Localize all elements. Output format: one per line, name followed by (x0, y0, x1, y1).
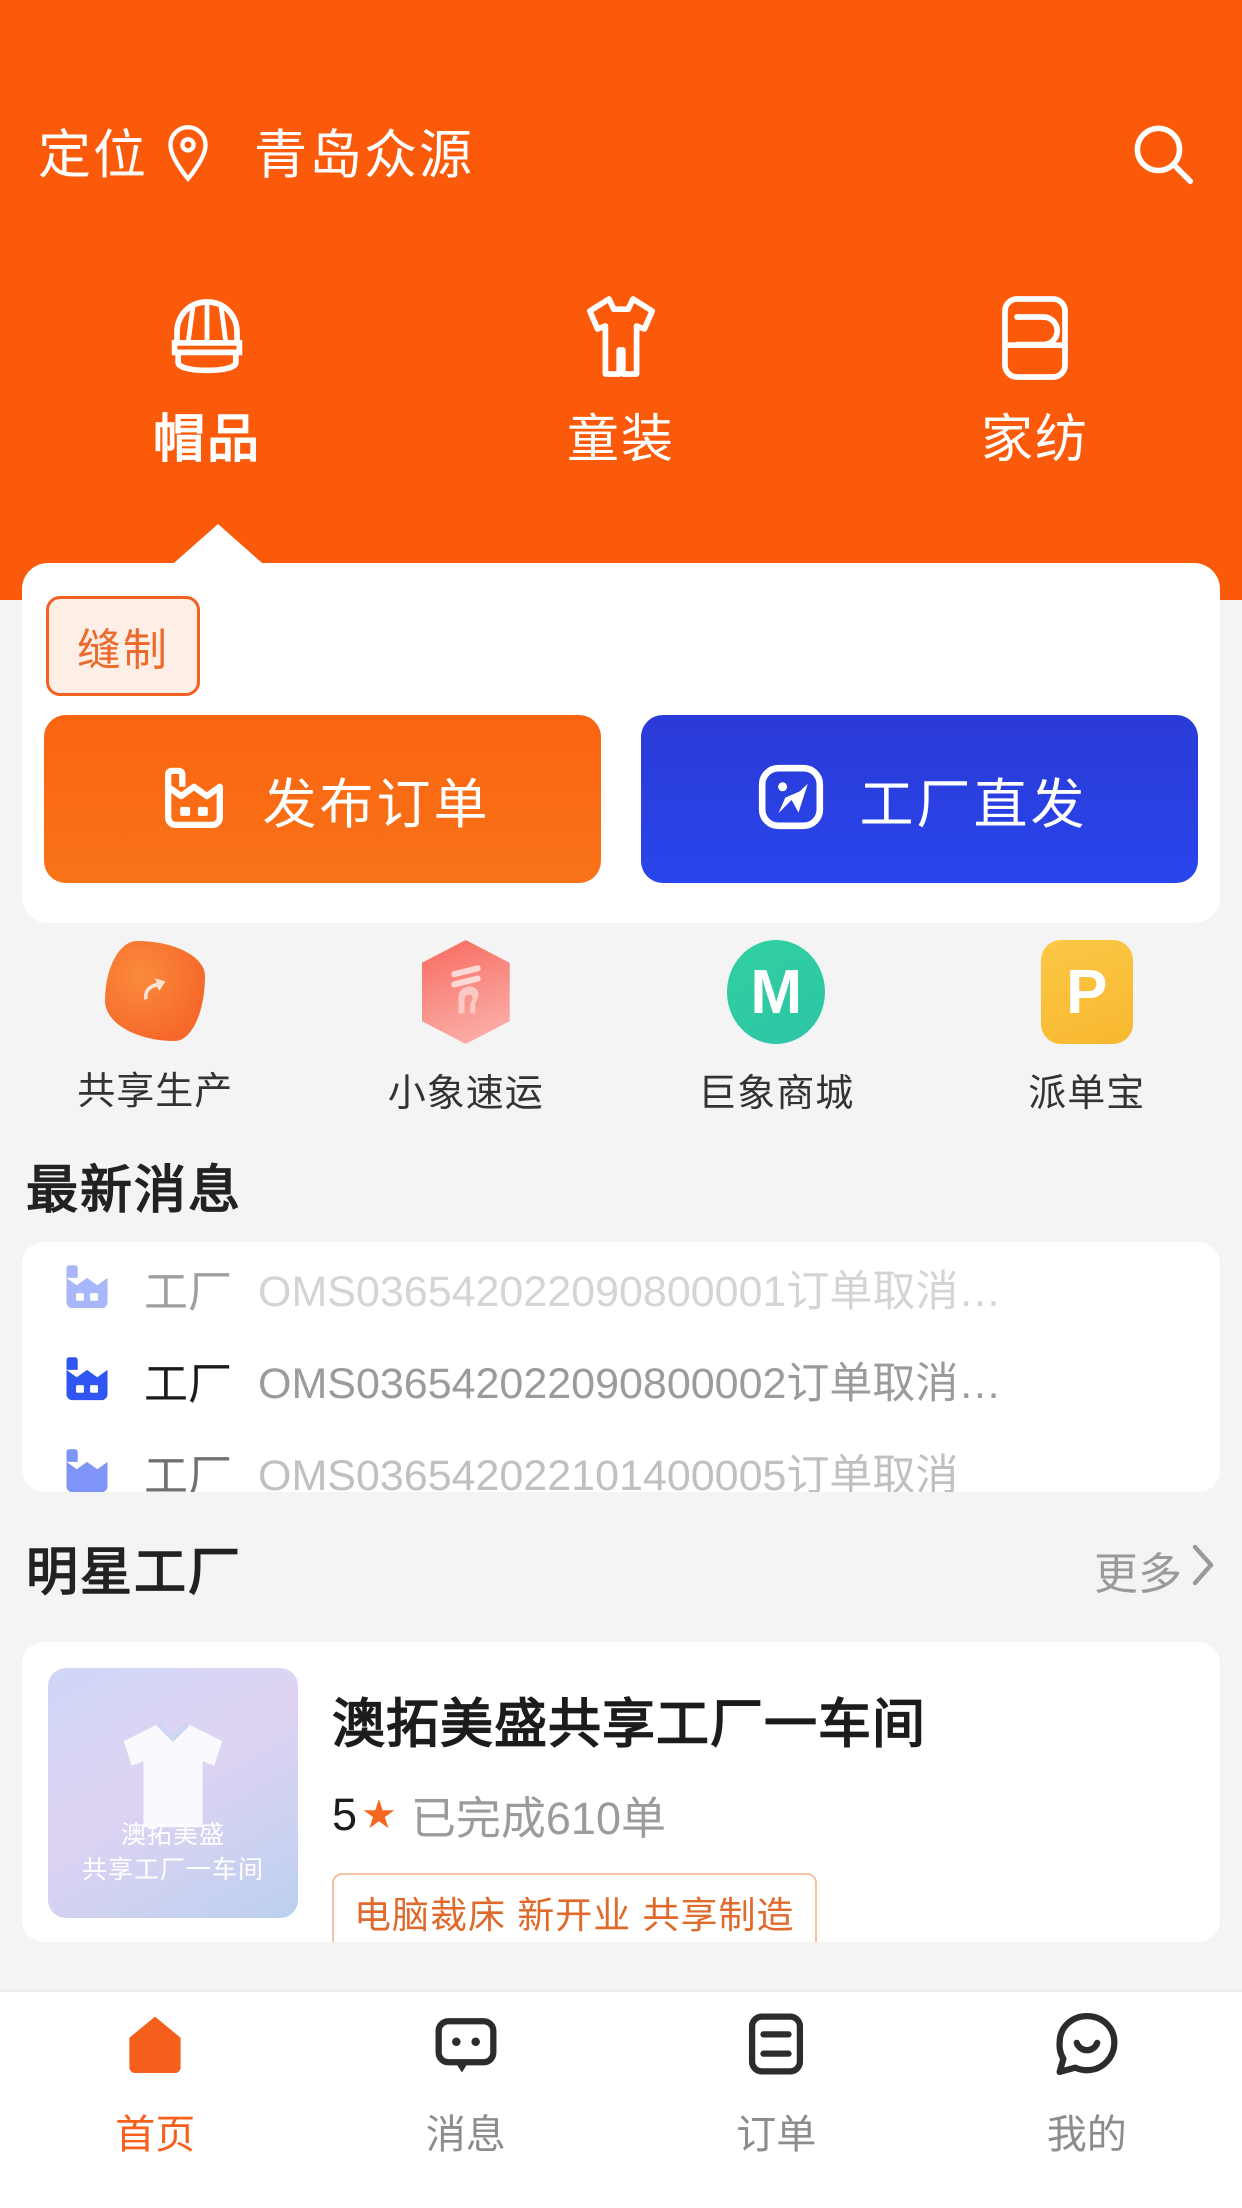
profile-icon (1050, 2007, 1124, 2086)
category-label: 帽品 (152, 411, 261, 469)
tab-label: 订单 (736, 2112, 817, 2157)
order-icon (739, 2007, 813, 2086)
category-label: 家纺 (980, 411, 1089, 469)
service-shortcuts: 共享生产 小象速运 M 巨象商城 P 派单宝 (0, 940, 1242, 1115)
factory-icon (155, 758, 233, 841)
news-item[interactable]: 工厂 OMS036542022090800001订单取消… (22, 1242, 1220, 1334)
service-shared-production[interactable]: 共享生产 (0, 940, 311, 1115)
message-icon (429, 2007, 503, 2086)
factory-name: 澳拓美盛共享工厂一车间 (332, 1695, 926, 1754)
factory-icon (56, 1439, 118, 1493)
chevron-right-icon (1190, 1543, 1216, 1598)
news-item[interactable]: 工厂 OMS036542022101400005订单取消 (22, 1426, 1220, 1492)
tab-profile[interactable]: 我的 (932, 1992, 1242, 2208)
location-city[interactable]: 青岛众源 (254, 129, 474, 182)
craft-tag-sewing[interactable]: 缝制 (46, 596, 200, 696)
mall-m-icon: M (724, 940, 828, 1044)
onesie-icon (574, 290, 668, 385)
home-icon (118, 2007, 192, 2086)
category-tab-childrenswear[interactable]: 童装 (414, 290, 828, 480)
location-label: 定位 (38, 125, 148, 185)
button-label: 工厂直发 (859, 774, 1088, 835)
category-tab-hats[interactable]: 帽品 (0, 290, 414, 480)
news-text: OMS036542022090800001订单取消… (258, 1268, 1002, 1316)
news-item[interactable]: 工厂 OMS036542022090800002订单取消… (22, 1334, 1220, 1426)
tab-label: 我的 (1046, 2112, 1127, 2157)
star-factory-title: 明星工厂 (26, 1544, 243, 1602)
factory-rating-row: 5 ★ 已完成610单 (332, 1782, 1194, 1847)
dispatch-p-icon: P (1035, 940, 1139, 1044)
factory-tags: 电脑裁床 新开业 共享制造 (332, 1873, 817, 1942)
primary-action-row: 发布订单 工厂直发 (44, 715, 1198, 883)
factory-icon (56, 1347, 118, 1414)
service-dispatch-treasure[interactable]: P 派单宝 (932, 940, 1242, 1115)
factory-direct-button[interactable]: 工厂直发 (641, 715, 1198, 883)
category-tabs: 帽品 童装 家纺 (0, 290, 1242, 480)
cap-icon (155, 290, 259, 385)
service-xiaoxiang-delivery[interactable]: 小象速运 (311, 940, 622, 1115)
shared-production-icon (103, 940, 207, 1042)
action-card: 缝制 发布订单 工厂直发 (22, 563, 1220, 923)
category-label: 童装 (566, 411, 675, 469)
factory-thumbnail: 澳拓美盛 共享工厂一车间 (48, 1668, 298, 1918)
header-bar: 定位 青岛众源 (0, 100, 1242, 210)
service-label: 共享生产 (77, 1071, 234, 1113)
folded-bedding-icon (991, 290, 1079, 385)
tab-messages[interactable]: 消息 (311, 1992, 622, 2208)
factory-icon (56, 1255, 118, 1322)
star-factory-more-link[interactable]: 更多 (1094, 1538, 1216, 1602)
thumbnail-caption: 澳拓美盛 共享工厂一车间 (48, 1818, 298, 1888)
tab-orders[interactable]: 订单 (621, 1992, 932, 2208)
news-kind: 工厂 (144, 1268, 232, 1317)
more-label: 更多 (1094, 1550, 1182, 1599)
active-tab-pointer (166, 524, 270, 570)
rating-value: 5 (332, 1788, 358, 1840)
service-label: 巨象商城 (698, 1073, 855, 1115)
search-icon[interactable] (1124, 115, 1204, 195)
tab-label: 首页 (115, 2112, 196, 2157)
service-label: 小象速运 (387, 1073, 544, 1115)
thumbnail-caption-line2: 共享工厂一车间 (81, 1856, 264, 1884)
button-label: 发布订单 (262, 774, 491, 835)
factory-card[interactable]: 澳拓美盛 共享工厂一车间 澳拓美盛共享工厂一车间 5 ★ 已完成610单 电脑裁… (22, 1642, 1220, 1942)
mall-m-glyph: M (727, 940, 826, 1044)
news-section-title: 最新消息 (26, 1162, 243, 1220)
dispatch-p-glyph: P (1040, 940, 1133, 1044)
news-text: OMS036542022090800002订单取消… (258, 1360, 1002, 1408)
news-card: 工厂 OMS036542022090800001订单取消… 工厂 OMS0365… (22, 1242, 1220, 1492)
news-kind: 工厂 (144, 1360, 232, 1409)
star-icon: ★ (361, 1792, 397, 1837)
send-square-icon (752, 758, 830, 841)
publish-order-button[interactable]: 发布订单 (44, 715, 601, 883)
map-pin-icon[interactable] (162, 123, 214, 188)
service-juxiang-mall[interactable]: M 巨象商城 (621, 940, 932, 1115)
category-tab-hometextiles[interactable]: 家纺 (828, 290, 1242, 480)
bottom-tabbar: 首页 消息 订单 我的 (0, 1990, 1242, 2208)
hero-header: 定位 青岛众源 帽品 童装 家纺 (0, 0, 1242, 600)
news-kind: 工厂 (144, 1452, 232, 1492)
thumbnail-caption-line1: 澳拓美盛 (120, 1821, 225, 1849)
news-text: OMS036542022101400005订单取消 (258, 1452, 959, 1492)
factory-info: 澳拓美盛共享工厂一车间 5 ★ 已完成610单 电脑裁床 新开业 共享制造 (332, 1668, 1194, 1942)
tab-home[interactable]: 首页 (0, 1992, 311, 2208)
elephant-delivery-icon (414, 940, 518, 1044)
completed-orders: 已完成610单 (410, 1793, 666, 1844)
service-label: 派单宝 (1028, 1073, 1146, 1115)
tab-label: 消息 (425, 2112, 506, 2157)
